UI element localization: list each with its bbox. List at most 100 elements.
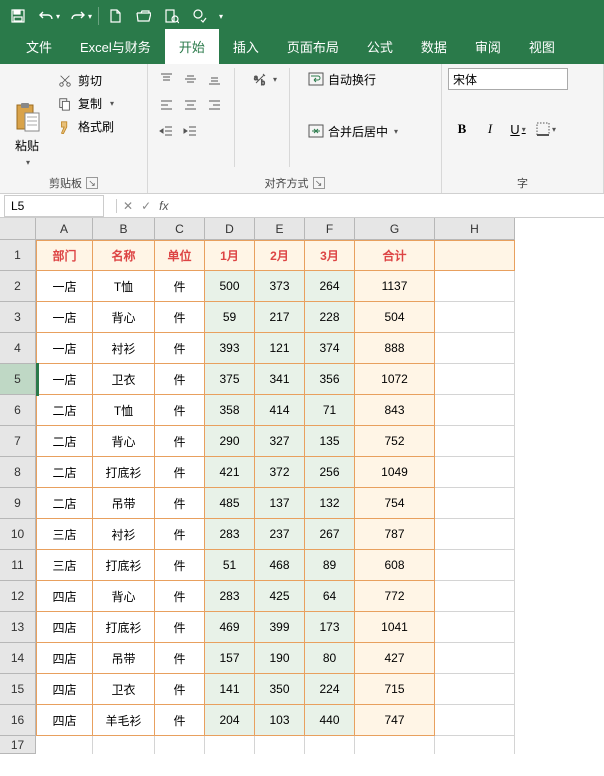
grid-cell[interactable] [355, 736, 435, 754]
row-header[interactable]: 17 [0, 736, 36, 754]
column-header[interactable]: E [255, 218, 305, 240]
header-cell[interactable]: 3月 [305, 240, 355, 271]
grid-cell[interactable]: 件 [155, 333, 205, 364]
tab-视图[interactable]: 视图 [515, 29, 569, 64]
grid-cell[interactable]: 888 [355, 333, 435, 364]
row-header[interactable]: 10 [0, 519, 36, 550]
grid-cell[interactable]: 80 [305, 643, 355, 674]
grid-cell[interactable] [435, 674, 515, 705]
grid-cell[interactable]: 421 [205, 457, 255, 488]
grid-cell[interactable] [155, 736, 205, 754]
grid-cell[interactable]: 399 [255, 612, 305, 643]
font-name-select[interactable] [448, 68, 568, 90]
grid-cell[interactable]: 468 [255, 550, 305, 581]
grid-cell[interactable]: 224 [305, 674, 355, 705]
tab-数据[interactable]: 数据 [407, 29, 461, 64]
tab-插入[interactable]: 插入 [219, 29, 273, 64]
grid-cell[interactable] [205, 736, 255, 754]
grid-cell[interactable]: 327 [255, 426, 305, 457]
grid-cell[interactable]: 71 [305, 395, 355, 426]
grid-cell[interactable]: 一店 [36, 271, 93, 302]
grid-cell[interactable]: 372 [255, 457, 305, 488]
grid-cell[interactable]: 121 [255, 333, 305, 364]
grid-cell[interactable] [435, 643, 515, 674]
border-button[interactable]: ▾ [532, 118, 560, 140]
tab-文件[interactable]: 文件 [12, 29, 66, 64]
column-header[interactable]: F [305, 218, 355, 240]
align-right-icon[interactable] [202, 94, 226, 116]
save-icon[interactable] [4, 2, 32, 30]
grid-cell[interactable]: 背心 [93, 302, 155, 333]
undo-dropdown-icon[interactable]: ▾ [56, 12, 64, 21]
grid-cell[interactable] [435, 426, 515, 457]
enter-formula-icon[interactable]: ✓ [141, 199, 151, 213]
copy-button[interactable]: 复制▾ [58, 95, 114, 112]
select-all-corner[interactable] [0, 218, 36, 240]
grid-cell[interactable]: 四店 [36, 643, 93, 674]
cancel-formula-icon[interactable]: ✕ [123, 199, 133, 213]
row-header[interactable]: 13 [0, 612, 36, 643]
grid-cell[interactable]: 267 [305, 519, 355, 550]
merge-center-button[interactable]: 合并后居中▾ [304, 120, 402, 142]
grid-cell[interactable]: 卫衣 [93, 364, 155, 395]
spellcheck-icon[interactable] [185, 2, 213, 30]
format-painter-button[interactable]: 格式刷 [58, 118, 114, 135]
grid-cell[interactable] [435, 550, 515, 581]
bold-button[interactable]: B [448, 118, 476, 140]
grid-cell[interactable]: 件 [155, 302, 205, 333]
grid-cell[interactable]: 715 [355, 674, 435, 705]
grid-cell[interactable]: 二店 [36, 395, 93, 426]
outdent-icon[interactable] [154, 120, 178, 142]
grid-cell[interactable]: 132 [305, 488, 355, 519]
row-header[interactable]: 6 [0, 395, 36, 426]
grid-cell[interactable]: 1041 [355, 612, 435, 643]
grid-cell[interactable]: 358 [205, 395, 255, 426]
grid-cell[interactable]: 173 [305, 612, 355, 643]
grid-cell[interactable]: 427 [355, 643, 435, 674]
grid-cell[interactable]: 393 [205, 333, 255, 364]
grid-cell[interactable]: 件 [155, 395, 205, 426]
grid-cell[interactable]: 754 [355, 488, 435, 519]
align-bottom-icon[interactable] [202, 68, 226, 90]
grid-cell[interactable]: T恤 [93, 395, 155, 426]
grid-cell[interactable] [435, 581, 515, 612]
row-header[interactable]: 8 [0, 457, 36, 488]
grid-cell[interactable]: 283 [205, 581, 255, 612]
grid-cell[interactable] [435, 612, 515, 643]
grid-cell[interactable]: 283 [205, 519, 255, 550]
align-center-icon[interactable] [178, 94, 202, 116]
grid-cell[interactable]: 135 [305, 426, 355, 457]
underline-button[interactable]: U▾ [504, 118, 532, 140]
grid-cell[interactable]: 375 [205, 364, 255, 395]
grid-cell[interactable] [435, 271, 515, 302]
row-header[interactable]: 15 [0, 674, 36, 705]
grid-cell[interactable]: 二店 [36, 457, 93, 488]
grid-cell[interactable]: 背心 [93, 426, 155, 457]
grid-cell[interactable]: 四店 [36, 705, 93, 736]
grid-cell[interactable]: 衬衫 [93, 519, 155, 550]
open-folder-icon[interactable] [129, 2, 157, 30]
grid-cell[interactable]: 四店 [36, 674, 93, 705]
column-header[interactable]: H [435, 218, 515, 240]
grid-cell[interactable] [36, 736, 93, 754]
grid-cell[interactable]: 打底衫 [93, 457, 155, 488]
grid-cell[interactable] [435, 395, 515, 426]
tab-页面布局[interactable]: 页面布局 [273, 29, 353, 64]
row-header[interactable]: 1 [0, 240, 36, 271]
grid-cell[interactable]: 四店 [36, 581, 93, 612]
grid-cell[interactable]: 504 [355, 302, 435, 333]
paste-button[interactable]: 粘贴 ▾ [6, 68, 48, 167]
formula-input[interactable] [174, 195, 604, 217]
grid-cell[interactable]: 1049 [355, 457, 435, 488]
grid-cell[interactable]: 374 [305, 333, 355, 364]
grid-cell[interactable] [435, 488, 515, 519]
grid-cell[interactable]: 三店 [36, 519, 93, 550]
orientation-button[interactable]: ab▾ [249, 68, 281, 90]
row-header[interactable]: 16 [0, 705, 36, 736]
grid-cell[interactable]: 137 [255, 488, 305, 519]
grid-cell[interactable]: 204 [205, 705, 255, 736]
grid-cell[interactable]: 打底衫 [93, 612, 155, 643]
header-cell[interactable]: 部门 [36, 240, 93, 271]
grid-cell[interactable]: 373 [255, 271, 305, 302]
grid-cell[interactable]: 51 [205, 550, 255, 581]
